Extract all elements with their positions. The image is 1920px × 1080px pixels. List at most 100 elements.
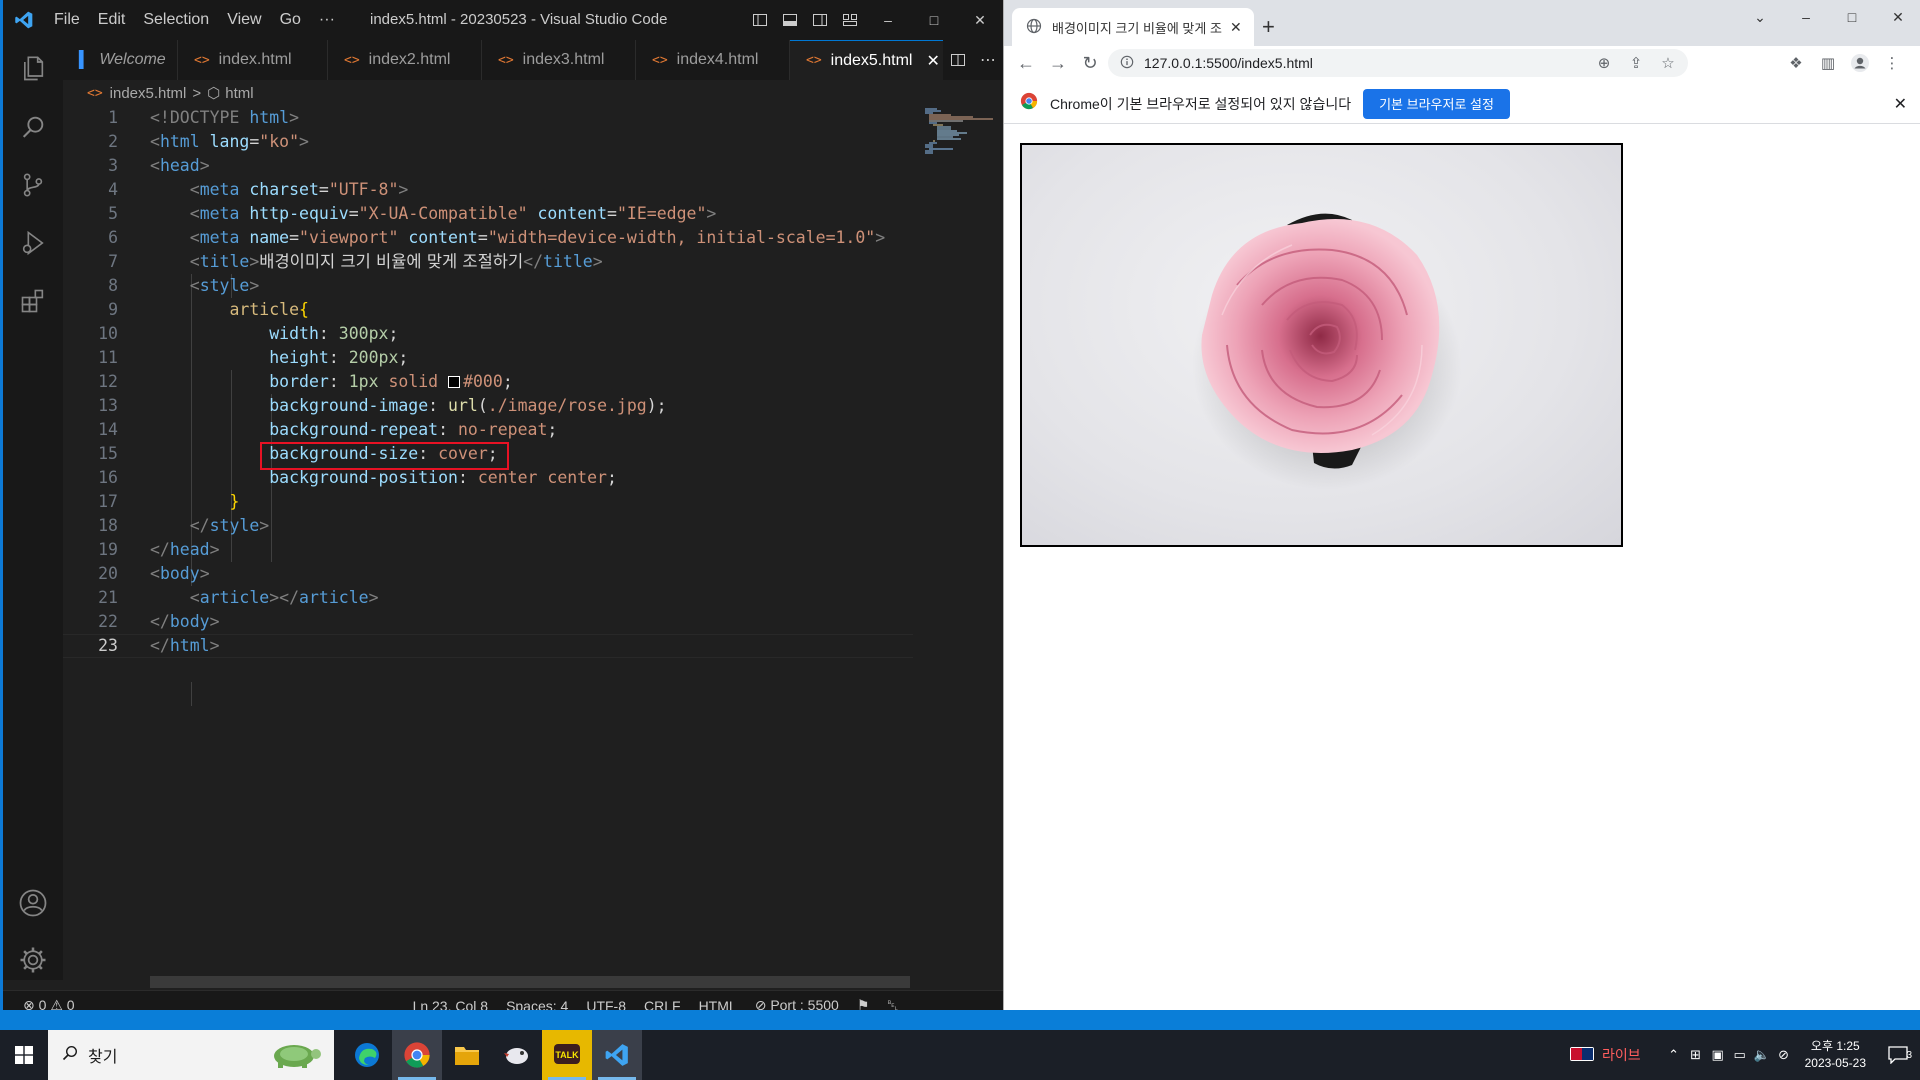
- set-default-browser-button[interactable]: 기본 브라우저로 설정: [1363, 88, 1510, 119]
- kakaotalk-icon[interactable]: TALK: [542, 1030, 592, 1080]
- live-widget[interactable]: 라이브: [1569, 1045, 1641, 1065]
- menu-file[interactable]: File: [45, 11, 89, 29]
- token: meta: [199, 228, 240, 247]
- code-line: 3 <head>: [63, 154, 913, 178]
- menu-selection[interactable]: Selection: [134, 11, 218, 29]
- line-content: </body>: [150, 610, 220, 634]
- customize-layout-icon[interactable]: [835, 0, 865, 40]
- show-hidden-icons-chevron-icon[interactable]: ⌃: [1663, 1047, 1685, 1063]
- vscode-taskbar-icon[interactable]: [592, 1030, 642, 1080]
- token: <: [189, 252, 200, 271]
- tab-search-chevron-icon[interactable]: ⌄: [1737, 0, 1783, 34]
- tab-close-icon[interactable]: ✕: [926, 51, 939, 71]
- token: 200px: [348, 348, 399, 367]
- display-icon[interactable]: ▭: [1729, 1047, 1751, 1063]
- tab-welcome[interactable]: ▍ Welcome: [63, 40, 178, 80]
- tab-label: index5.html: [830, 51, 913, 69]
- line-content: <style>: [150, 274, 260, 298]
- accounts-icon[interactable]: [3, 874, 63, 932]
- close-icon[interactable]: ✕: [957, 0, 1003, 40]
- token: background-position: [269, 468, 458, 487]
- toggle-primary-sidebar-icon[interactable]: [745, 0, 775, 40]
- minimap[interactable]: [923, 106, 1003, 166]
- tab-index[interactable]: <> index.html: [178, 40, 328, 80]
- token: ;: [502, 372, 513, 391]
- file-explorer-icon[interactable]: [442, 1030, 492, 1080]
- line-number: 18: [98, 516, 118, 535]
- menu-more[interactable]: ···: [310, 11, 344, 29]
- default-browser-infobar: Chrome이 기본 브라우저로 설정되어 있지 않습니다 기본 브라우저로 설…: [1004, 84, 1920, 124]
- browser-tab[interactable]: 배경이미지 크기 비율에 맞게 조 ✕: [1012, 8, 1254, 46]
- extensions-icon[interactable]: [3, 272, 63, 330]
- line-number: 15: [98, 444, 118, 463]
- explorer-icon[interactable]: [3, 40, 63, 98]
- chrome-taskbar-icon[interactable]: [392, 1030, 442, 1080]
- edge-icon[interactable]: [342, 1030, 392, 1080]
- line-content: background-repeat: no-repeat;: [150, 418, 557, 442]
- code-line: 12 border: 1px solid #000;: [63, 370, 913, 394]
- maximize-icon[interactable]: □: [911, 0, 957, 40]
- toggle-panel-icon[interactable]: [775, 0, 805, 40]
- breadcrumb-file[interactable]: index5.html: [110, 85, 187, 102]
- color-swatch-icon[interactable]: [448, 376, 461, 388]
- app-bird-icon[interactable]: [492, 1030, 542, 1080]
- usb-device-icon[interactable]: ⊞: [1685, 1047, 1707, 1063]
- line-number: 8: [108, 276, 118, 295]
- tab-close-icon[interactable]: ✕: [1230, 19, 1242, 36]
- line-number: 16: [98, 468, 118, 487]
- system-tray: 라이브 ⌃ ⊞ ▣ ▭ 🔈 ⊘ 오후 1:25 2023-05-23 3: [1569, 1030, 1920, 1080]
- share-icon[interactable]: ⇪: [1620, 54, 1652, 72]
- tab-index3[interactable]: <> index3.html: [482, 40, 636, 80]
- line-content: <article></article>: [150, 586, 379, 610]
- search-icon[interactable]: [3, 98, 63, 156]
- network-monitor-icon[interactable]: ▣: [1707, 1047, 1729, 1063]
- run-debug-icon[interactable]: [3, 214, 63, 272]
- side-panel-icon[interactable]: ▥: [1812, 54, 1844, 72]
- infobar-close-icon[interactable]: ✕: [1894, 94, 1907, 114]
- manage-gear-icon[interactable]: [3, 931, 63, 989]
- close-icon[interactable]: ✕: [1875, 0, 1920, 34]
- info-icon[interactable]: [1120, 55, 1134, 72]
- forward-arrow-icon[interactable]: →: [1042, 47, 1074, 79]
- token: >: [199, 564, 210, 583]
- menu-go[interactable]: Go: [271, 11, 310, 29]
- line-number: 1: [108, 108, 118, 127]
- taskbar-search-box[interactable]: 찾기: [48, 1030, 334, 1080]
- minimize-icon[interactable]: –: [865, 0, 911, 40]
- more-actions-icon[interactable]: ⋯: [973, 40, 1003, 80]
- toggle-secondary-sidebar-icon[interactable]: [805, 0, 835, 40]
- maximize-icon[interactable]: □: [1829, 0, 1875, 34]
- clock[interactable]: 오후 1:25 2023-05-23: [1795, 1038, 1876, 1072]
- horizontal-scrollbar[interactable]: [150, 976, 910, 988]
- notification-center-icon[interactable]: 3: [1876, 1046, 1920, 1064]
- bookmark-star-icon[interactable]: ☆: [1652, 54, 1684, 72]
- breadcrumb-symbol[interactable]: html: [225, 85, 253, 102]
- code-editor[interactable]: 1 <!DOCTYPE html> 2 <html lang="ko"> 3 <hea…: [63, 106, 1004, 988]
- line-content: <meta http-equiv="X-UA-Compatible" conte…: [150, 202, 717, 226]
- extensions-puzzle-icon[interactable]: ❖: [1780, 54, 1812, 72]
- zoom-icon[interactable]: ⊕: [1588, 54, 1620, 72]
- reload-icon[interactable]: ↻: [1074, 47, 1106, 79]
- menu-view[interactable]: View: [218, 11, 270, 29]
- split-editor-icon[interactable]: [943, 40, 973, 80]
- vscode-window: File Edit Selection View Go ··· index5.h…: [0, 0, 1004, 1020]
- tab-index2[interactable]: <> index2.html: [328, 40, 482, 80]
- minimize-icon[interactable]: –: [1783, 0, 1829, 34]
- token: >: [259, 516, 270, 535]
- ime-icon[interactable]: ⊘: [1773, 1047, 1795, 1063]
- chrome-menu-icon[interactable]: ⋮: [1876, 54, 1908, 72]
- profile-avatar-icon[interactable]: [1844, 53, 1876, 73]
- tab-index4[interactable]: <> index4.html: [636, 40, 790, 80]
- source-control-icon[interactable]: [3, 156, 63, 214]
- notification-count: 3: [1906, 1050, 1912, 1061]
- token: background-repeat: [269, 420, 439, 439]
- token: article: [229, 300, 300, 319]
- menu-edit[interactable]: Edit: [89, 11, 135, 29]
- volume-muted-icon[interactable]: 🔈: [1751, 1047, 1773, 1063]
- windows-start-icon[interactable]: [0, 1030, 48, 1080]
- tab-index5[interactable]: <> index5.html ✕: [790, 40, 945, 80]
- token: html: [159, 132, 200, 151]
- back-arrow-icon[interactable]: ←: [1010, 47, 1042, 79]
- new-tab-plus-icon[interactable]: +: [1262, 14, 1275, 40]
- address-bar[interactable]: 127.0.0.1:5500/index5.html ⊕ ⇪ ☆: [1108, 49, 1688, 77]
